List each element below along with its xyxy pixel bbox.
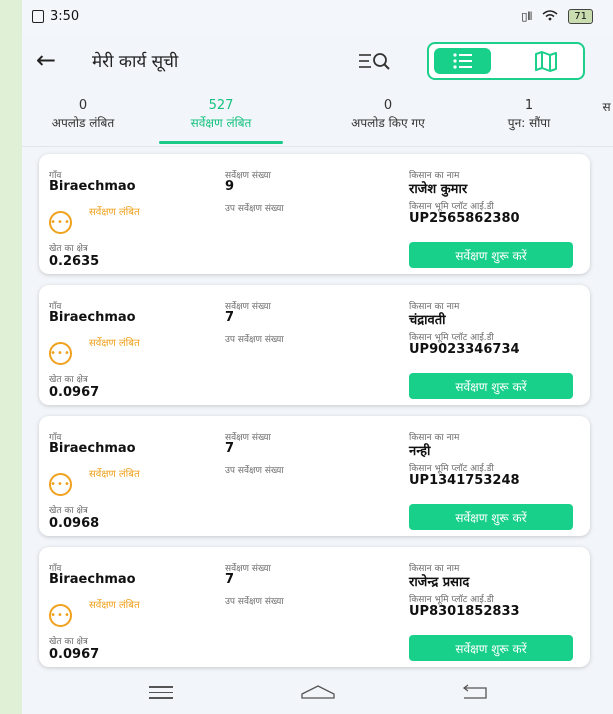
status-text: सर्वेक्षण लंबित [89,469,140,480]
system-nav-bar [22,672,613,714]
tab-next-partial[interactable]: स [600,98,613,116]
start-survey-button[interactable]: सर्वेक्षण शुरू करें [409,242,573,268]
survey-number-value: 7 [225,441,235,456]
tab-survey-pending[interactable]: 527 सर्वेक्षण लंबित [159,98,283,132]
survey-card: गाँव Biraechmao सर्वेक्षण संख्या 9 उप सर… [39,154,590,274]
survey-number-value: 9 [225,179,235,194]
sub-survey-number-label: उप सर्वेक्षण संख्या [225,204,284,214]
status-text: सर्वेक्षण लंबित [89,338,140,349]
pending-dots-icon: ••• [49,342,72,365]
status-bar: 3:50 ▯⦀ 71 [22,0,613,34]
tab-reassigned[interactable]: 1 पुन: सौंपा [484,98,574,132]
wifi-icon [542,9,558,24]
battery-icon: 71 [568,9,593,24]
sub-survey-number-label: उप सर्वेक्षण संख्या [225,597,284,607]
status-tabs: 0 अपलोड लंबित 527 सर्वेक्षण लंबित 0 अपलो… [22,96,613,147]
survey-card: गाँव Biraechmao सर्वेक्षण संख्या 7 उप सर… [39,547,590,667]
tab-label: अपलोड लंबित [51,116,115,130]
tab-label: स [602,100,611,114]
field-area-value: 0.0967 [49,385,100,400]
farmer-name-value: नन्ही [409,444,431,459]
farmer-name-value: राजेन्द्र प्रसाद [409,575,470,590]
page-title: मेरी कार्य सूची [92,52,179,72]
tab-count: 0 [383,98,393,113]
tab-count: 527 [208,98,234,113]
tab-count: 1 [524,98,534,113]
village-value: Biraechmao [49,441,136,456]
list-icon [452,53,472,69]
plot-id-value: UP8301852833 [409,604,520,619]
survey-card: गाँव Biraechmao सर्वेक्षण संख्या 7 उप सर… [39,285,590,405]
village-value: Biraechmao [49,572,136,587]
list-view-button[interactable] [434,48,491,74]
tab-label: अपलोड किए गए [351,116,425,130]
village-value: Biraechmao [49,310,136,325]
search-filter-icon[interactable] [356,48,396,74]
pending-dots-icon: ••• [49,604,72,627]
active-tab-indicator [159,141,283,144]
field-area-label: खेत का क्षेत्र [49,637,88,647]
farmer-name-value: चंद्रावती [409,313,446,328]
survey-card: गाँव Biraechmao सर्वेक्षण संख्या 7 उप सर… [39,416,590,536]
clock: 3:50 [50,9,80,24]
map-view-button[interactable] [521,48,571,74]
back-arrow-icon[interactable]: ← [36,46,56,74]
sim-icon [32,10,44,23]
map-icon [535,51,557,72]
field-area-value: 0.0968 [49,516,100,531]
field-area-label: खेत का क्षेत्र [49,244,88,254]
vibrate-icon: ▯⦀ [521,9,533,23]
plot-id-value: UP9023346734 [409,342,520,357]
sub-survey-number-label: उप सर्वेक्षण संख्या [225,466,284,476]
recent-apps-icon[interactable] [149,686,173,703]
status-icons: ▯⦀ 71 [521,9,593,24]
tab-label: पुन: सौंपा [507,116,551,130]
sub-survey-number-label: उप सर्वेक्षण संख्या [225,335,284,345]
status-text: सर्वेक्षण लंबित [89,600,140,611]
tab-upload-pending[interactable]: 0 अपलोड लंबित [22,98,144,132]
tab-label: सर्वेक्षण लंबित [190,116,252,130]
field-area-label: खेत का क्षेत्र [49,506,88,516]
view-toggle [427,42,585,80]
pending-dots-icon: ••• [49,211,72,234]
start-survey-button[interactable]: सर्वेक्षण शुरू करें [409,504,573,530]
survey-number-value: 7 [225,310,235,325]
start-survey-button[interactable]: सर्वेक्षण शुरू करें [409,635,573,661]
home-icon[interactable] [300,684,336,704]
back-nav-icon[interactable] [458,684,490,704]
start-survey-button[interactable]: सर्वेक्षण शुरू करें [409,373,573,399]
tab-uploaded[interactable]: 0 अपलोड किए गए [322,98,454,132]
status-text: सर्वेक्षण लंबित [89,207,140,218]
field-area-label: खेत का क्षेत्र [49,375,88,385]
field-area-value: 0.2635 [49,254,100,269]
village-value: Biraechmao [49,179,136,194]
plot-id-value: UP2565862380 [409,211,520,226]
phone-screen: 3:50 ▯⦀ 71 ← मेरी कार्य सूची 0 अपलोड लंब… [22,0,613,714]
farmer-name-value: राजेश कुमार [409,182,468,197]
survey-number-value: 7 [225,572,235,587]
status-time: 3:50 [32,9,79,24]
app-header: ← मेरी कार्य सूची [22,38,613,86]
pending-dots-icon: ••• [49,473,72,496]
tab-count: 0 [78,98,88,113]
field-area-value: 0.0967 [49,647,100,662]
plot-id-value: UP1341753248 [409,473,520,488]
